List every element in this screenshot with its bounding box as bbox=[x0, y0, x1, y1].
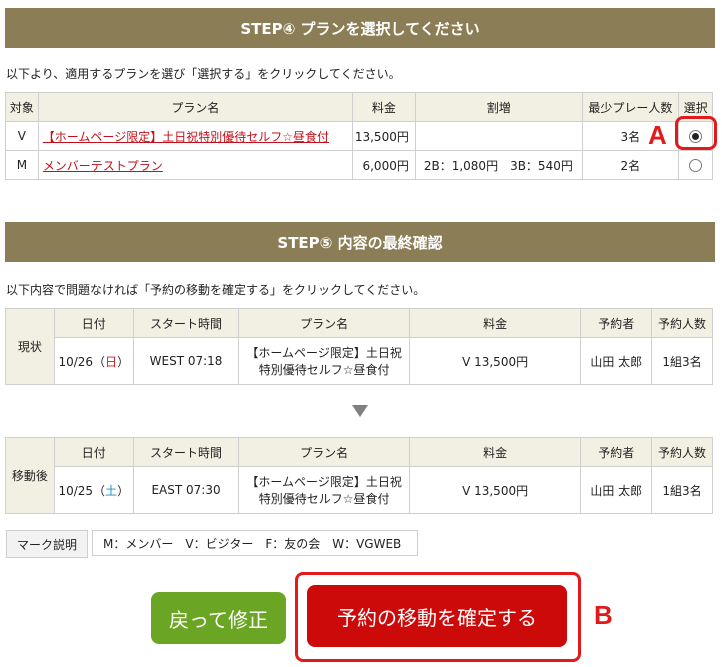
legend-label: マーク説明 bbox=[6, 530, 88, 558]
current-start: WEST 07:18 bbox=[132, 337, 240, 385]
step5-header: STEP⑤ 内容の最終確認 bbox=[5, 222, 715, 262]
col-date: 日付 bbox=[53, 437, 134, 467]
plan-surcharge: 2B：1,080円 3B：540円 bbox=[414, 150, 583, 180]
step5-instruction: 以下内容で問題なければ「予約の移動を確定する」をクリックしてください。 bbox=[6, 283, 426, 297]
col-party: 予約人数 bbox=[651, 308, 713, 338]
col-fee: 料金 bbox=[351, 92, 416, 122]
col-target: 対象 bbox=[5, 92, 39, 122]
current-date: 10/26（日） bbox=[53, 337, 134, 385]
plan-row: M メンバーテストプラン 6,000円 2B：1,080円 3B：540円 2名 bbox=[5, 150, 713, 180]
plan-fee: 13,500円 bbox=[351, 121, 416, 151]
plan-row: V 【ホームページ限定】土日祝特別優待セルフ☆昼食付 13,500円 3名 bbox=[5, 121, 713, 151]
current-party: 1組3名 bbox=[651, 337, 713, 385]
col-start: スタート時間 bbox=[132, 308, 240, 338]
after-date: 10/25（土） bbox=[53, 466, 134, 514]
plan-surcharge bbox=[414, 121, 583, 151]
col-surcharge: 割増 bbox=[414, 92, 583, 122]
after-plan: 【ホームページ限定】土日祝 特別優待セルフ☆昼食付 bbox=[238, 466, 410, 514]
plan-radio[interactable] bbox=[689, 159, 703, 172]
callout-a-frame bbox=[675, 116, 717, 150]
weekday-saturday: 土 bbox=[105, 483, 118, 498]
col-booker: 予約者 bbox=[580, 308, 653, 338]
plan-link[interactable]: 【ホームページ限定】土日祝特別優待セルフ☆昼食付 bbox=[43, 130, 329, 144]
plan-fee: 6,000円 bbox=[351, 150, 416, 180]
current-label: 現状 bbox=[5, 308, 55, 385]
plan-table-header: 対象 プラン名 料金 割増 最少プレー人数 選択 bbox=[5, 92, 713, 122]
plan-link[interactable]: メンバーテストプラン bbox=[43, 159, 163, 173]
confirm-move-button[interactable]: 予約の移動を確定する bbox=[307, 585, 567, 647]
after-party: 1組3名 bbox=[651, 466, 713, 514]
current-fee: V 13,500円 bbox=[408, 337, 582, 385]
col-fee: 料金 bbox=[408, 437, 582, 467]
col-fee: 料金 bbox=[408, 308, 582, 338]
current-booker: 山田 太郎 bbox=[580, 337, 653, 385]
col-booker: 予約者 bbox=[580, 437, 653, 467]
plan-target: V bbox=[5, 121, 39, 151]
step4-header: STEP④ プランを選択してください bbox=[5, 8, 715, 48]
current-table: 現状 日付 スタート時間 プラン名 料金 予約者 予約人数 10/26（日） W… bbox=[5, 308, 713, 385]
plan-min-players: 2名 bbox=[581, 150, 680, 180]
annotation-a: A bbox=[648, 120, 667, 150]
plan-target: M bbox=[5, 150, 39, 180]
step4-instruction: 以下より、適用するプランを選び「選択する」をクリックしてください。 bbox=[6, 67, 401, 81]
after-table: 移動後 日付 スタート時間 プラン名 料金 予約者 予約人数 10/25（土） … bbox=[5, 437, 713, 514]
col-start: スタート時間 bbox=[132, 437, 240, 467]
back-button[interactable]: 戻って修正 bbox=[151, 592, 286, 644]
col-plan: プラン名 bbox=[238, 308, 410, 338]
col-plan: プラン名 bbox=[238, 437, 410, 467]
after-start: EAST 07:30 bbox=[132, 466, 240, 514]
down-arrow-icon bbox=[352, 405, 368, 417]
after-booker: 山田 太郎 bbox=[580, 466, 653, 514]
current-plan: 【ホームページ限定】土日祝 特別優待セルフ☆昼食付 bbox=[238, 337, 410, 385]
legend-text: M：メンバー V：ビジター F：友の会 W：VGWEB bbox=[92, 530, 418, 556]
weekday-sunday: 日 bbox=[105, 354, 118, 369]
col-plan: プラン名 bbox=[37, 92, 353, 122]
after-fee: V 13,500円 bbox=[408, 466, 582, 514]
col-min-players: 最少プレー人数 bbox=[581, 92, 680, 122]
annotation-b: B bbox=[594, 600, 613, 630]
col-date: 日付 bbox=[53, 308, 134, 338]
col-party: 予約人数 bbox=[651, 437, 713, 467]
plan-table: 対象 プラン名 料金 割増 最少プレー人数 選択 V 【ホームページ限定】土日祝… bbox=[5, 92, 713, 180]
after-label: 移動後 bbox=[5, 437, 55, 514]
